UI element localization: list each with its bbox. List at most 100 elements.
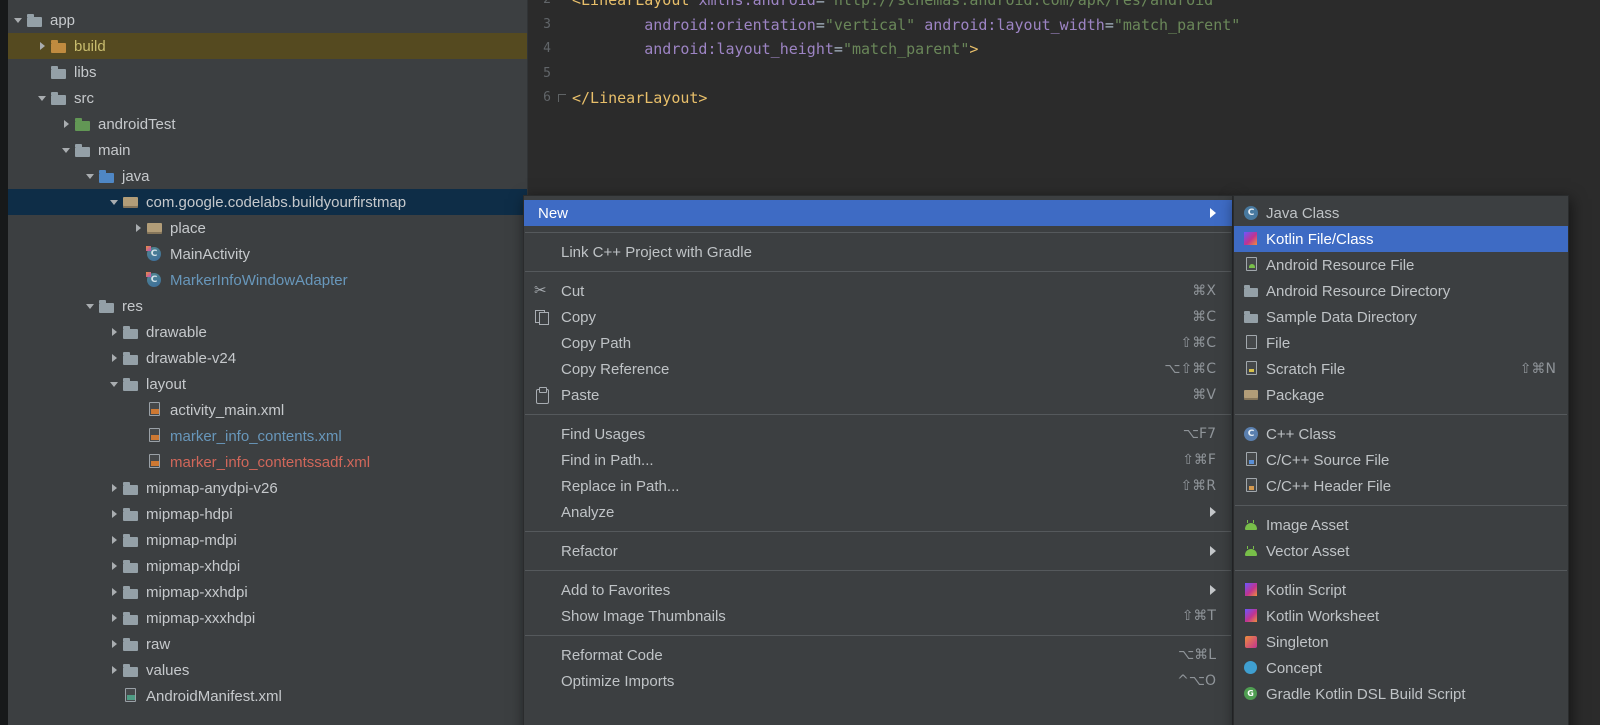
- tree-row-mipmap-xxxhdpi[interactable]: mipmap-xxxhdpi: [8, 605, 527, 631]
- menu-item-optimize-imports[interactable]: Optimize Imports^⌥O: [524, 668, 1232, 694]
- tree-row-place[interactable]: place: [8, 215, 527, 241]
- menu-item-paste[interactable]: Paste⌘V: [524, 382, 1232, 408]
- menu-item-add-to-favorites[interactable]: Add to Favorites: [524, 577, 1232, 603]
- chevron-right-icon[interactable]: [106, 345, 122, 371]
- tree-row-main[interactable]: main: [8, 137, 527, 163]
- chevron-right-icon[interactable]: [106, 319, 122, 345]
- chevron-right-icon[interactable]: [106, 631, 122, 657]
- chevron-right-icon[interactable]: [106, 501, 122, 527]
- chevron-down-icon[interactable]: [10, 7, 26, 33]
- tree-row-src[interactable]: src: [8, 85, 527, 111]
- menu-item-find-in-path[interactable]: Find in Path...⇧⌘F: [524, 447, 1232, 473]
- chevron-right-icon[interactable]: [34, 33, 50, 59]
- cpp-header-icon: [1243, 478, 1260, 494]
- chevron-down-icon[interactable]: [82, 163, 98, 189]
- code-line-3[interactable]: 3 android:orientation="vertical" android…: [527, 13, 1600, 38]
- menu-item-copy[interactable]: Copy⌘C: [524, 304, 1232, 330]
- chevron-down-icon[interactable]: [58, 137, 74, 163]
- menu-item-file[interactable]: File: [1234, 330, 1568, 356]
- tree-row-java[interactable]: java: [8, 163, 527, 189]
- tree-row-res[interactable]: res: [8, 293, 527, 319]
- chevron-right-icon[interactable]: [106, 657, 122, 683]
- menu-item-find-usages[interactable]: Find Usages⌥F7: [524, 421, 1232, 447]
- tree-row-build[interactable]: build: [8, 33, 527, 59]
- menu-item-replace-in-path[interactable]: Replace in Path...⇧⌘R: [524, 473, 1232, 499]
- menu-item-image-asset[interactable]: Image Asset: [1234, 512, 1568, 538]
- tree-row-com-google-codelabs-buildyourfirstmap[interactable]: com.google.codelabs.buildyourfirstmap: [8, 189, 527, 215]
- chevron-down-icon[interactable]: [106, 371, 122, 397]
- tree-row-mipmap-hdpi[interactable]: mipmap-hdpi: [8, 501, 527, 527]
- menu-item-analyze[interactable]: Analyze: [524, 499, 1232, 525]
- menu-item-new[interactable]: New: [524, 200, 1232, 226]
- tree-row-markerinfowindowadapter[interactable]: MarkerInfoWindowAdapter: [8, 267, 527, 293]
- code-token: "vertical": [825, 16, 915, 34]
- chevron-right-icon[interactable]: [106, 553, 122, 579]
- folder-icon: [1243, 283, 1260, 299]
- tree-row-libs[interactable]: libs: [8, 59, 527, 85]
- menu-item-c-c-source-file[interactable]: C/C++ Source File: [1234, 447, 1568, 473]
- menu-item-reformat-code[interactable]: Reformat Code⌥⌘L: [524, 642, 1232, 668]
- chevron-right-icon[interactable]: [106, 579, 122, 605]
- tree-row-mipmap-xhdpi[interactable]: mipmap-xhdpi: [8, 553, 527, 579]
- tree-row-androidtest[interactable]: androidTest: [8, 111, 527, 137]
- tree-row-mipmap-xxhdpi[interactable]: mipmap-xxhdpi: [8, 579, 527, 605]
- menu-item-package[interactable]: Package: [1234, 382, 1568, 408]
- chevron-down-icon[interactable]: [82, 293, 98, 319]
- chevron-down-icon[interactable]: [106, 189, 122, 215]
- menu-item-java-class[interactable]: Java Class: [1234, 200, 1568, 226]
- menu-item-cut[interactable]: Cut⌘X: [524, 278, 1232, 304]
- chevron-right-icon[interactable]: [130, 215, 146, 241]
- menu-item-show-image-thumbnails[interactable]: Show Image Thumbnails⇧⌘T: [524, 603, 1232, 629]
- fold-marker-icon[interactable]: [558, 94, 566, 102]
- menu-item-scratch-file[interactable]: Scratch File⇧⌘N: [1234, 356, 1568, 382]
- menu-item-refactor[interactable]: Refactor: [524, 538, 1232, 564]
- tree-row-layout[interactable]: layout: [8, 371, 527, 397]
- menu-item-copy-path[interactable]: Copy Path⇧⌘C: [524, 330, 1232, 356]
- tree-row-activity-main-xml[interactable]: activity_main.xml: [8, 397, 527, 423]
- tree-item-label: AndroidManifest.xml: [146, 688, 282, 705]
- menu-item-gradle-kotlin-dsl-build-script[interactable]: Gradle Kotlin DSL Build Script: [1234, 681, 1568, 707]
- tree-row-mipmap-anydpi-v26[interactable]: mipmap-anydpi-v26: [8, 475, 527, 501]
- code-line-4[interactable]: 4 android:layout_height="match_parent">: [527, 37, 1600, 62]
- menu-shortcut: ⇧⌘C: [1180, 335, 1216, 351]
- tool-window-stripe[interactable]: [0, 0, 8, 725]
- tree-row-drawable[interactable]: drawable: [8, 319, 527, 345]
- code-line-2[interactable]: 2<LinearLayout xmlns:android="http://sch…: [527, 0, 1600, 13]
- folder-icon: [122, 323, 140, 341]
- menu-item-sample-data-directory[interactable]: Sample Data Directory: [1234, 304, 1568, 330]
- menu-item-android-resource-directory[interactable]: Android Resource Directory: [1234, 278, 1568, 304]
- code-line-6[interactable]: 6</LinearLayout>: [527, 86, 1600, 111]
- chevron-down-icon[interactable]: [34, 85, 50, 111]
- menu-item-kotlin-file-class[interactable]: Kotlin File/Class: [1234, 226, 1568, 252]
- menu-item-kotlin-worksheet[interactable]: Kotlin Worksheet: [1234, 603, 1568, 629]
- chevron-right-icon[interactable]: [106, 527, 122, 553]
- tree-row-raw[interactable]: raw: [8, 631, 527, 657]
- menu-item-vector-asset[interactable]: Vector Asset: [1234, 538, 1568, 564]
- chevron-right-icon[interactable]: [106, 475, 122, 501]
- menu-item-concept[interactable]: Concept: [1234, 655, 1568, 681]
- tree-row-mainactivity[interactable]: MainActivity: [8, 241, 527, 267]
- menu-item-kotlin-script[interactable]: Kotlin Script: [1234, 577, 1568, 603]
- tree-row-mipmap-mdpi[interactable]: mipmap-mdpi: [8, 527, 527, 553]
- menu-item-c-c-header-file[interactable]: C/C++ Header File: [1234, 473, 1568, 499]
- tree-row-app[interactable]: app: [8, 7, 527, 33]
- tree-row-values[interactable]: values: [8, 657, 527, 683]
- tree-row-androidmanifest-xml[interactable]: AndroidManifest.xml: [8, 683, 527, 709]
- tree-row-marker-info-contentssadf-xml[interactable]: marker_info_contentssadf.xml: [8, 449, 527, 475]
- folder-module-icon: [26, 11, 44, 29]
- code-line-5[interactable]: 5: [527, 62, 1600, 87]
- tree-row-drawable-v24[interactable]: drawable-v24: [8, 345, 527, 371]
- menu-item-android-resource-file[interactable]: Android Resource File: [1234, 252, 1568, 278]
- menu-item-c-class[interactable]: C++ Class: [1234, 421, 1568, 447]
- menu-item-copy-reference[interactable]: Copy Reference⌥⇧⌘C: [524, 356, 1232, 382]
- xml-file-icon: [146, 453, 164, 471]
- tree-item-label: activity_main.xml: [170, 402, 284, 419]
- menu-item-link-c-project-with-gradle[interactable]: Link C++ Project with Gradle: [524, 239, 1232, 265]
- chevron-right-icon[interactable]: [58, 111, 74, 137]
- chevron-right-icon[interactable]: [106, 605, 122, 631]
- code-token: android:layout_height: [644, 40, 834, 58]
- code-token: "match_parent": [843, 40, 969, 58]
- tree-row-marker-info-contents-xml[interactable]: marker_info_contents.xml: [8, 423, 527, 449]
- folder-icon: [122, 635, 140, 653]
- menu-item-singleton[interactable]: Singleton: [1234, 629, 1568, 655]
